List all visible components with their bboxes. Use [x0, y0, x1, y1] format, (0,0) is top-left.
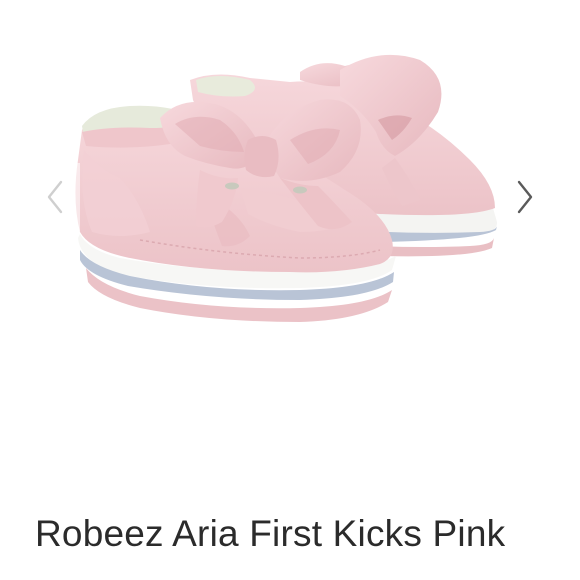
product-title: Robeez Aria First Kicks Pink [35, 513, 506, 554]
product-image [75, 54, 498, 322]
next-image-button[interactable] [500, 163, 550, 231]
chevron-left-icon [47, 180, 63, 214]
chevron-right-icon [517, 180, 533, 214]
product-image-gallery [0, 0, 580, 480]
previous-image-button[interactable] [30, 163, 80, 231]
